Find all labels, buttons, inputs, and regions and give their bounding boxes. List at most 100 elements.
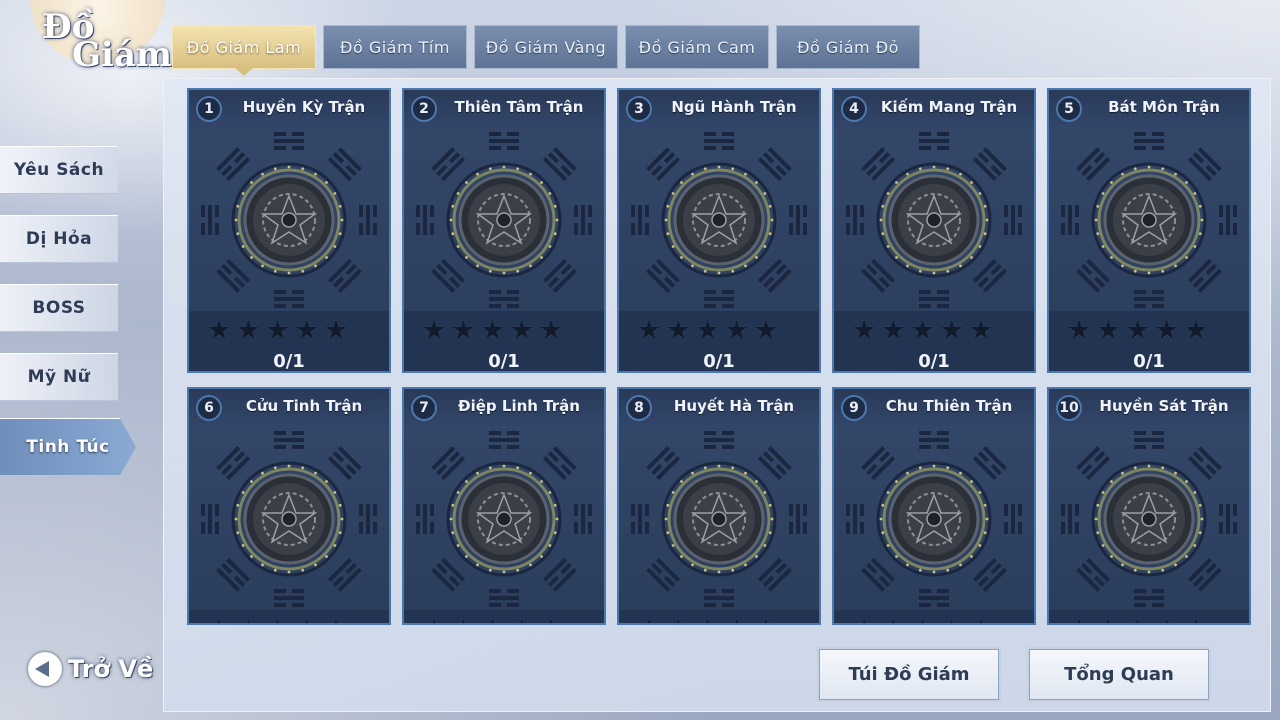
collection-count: 0/1 — [703, 351, 735, 372]
tab-do-giam-lam[interactable]: Đồ Giám Lam — [172, 25, 316, 76]
card-title: Ngũ Hành Trận — [671, 98, 797, 116]
tab-do-giam-vang[interactable]: Đồ Giám Vàng — [474, 25, 618, 69]
card-footer: ★ ★ ★ ★ ★ — [1049, 610, 1249, 623]
star-rating: ★★★★★ — [207, 317, 348, 344]
star-icon: ★ — [754, 616, 778, 623]
star-icon: ★ — [265, 315, 290, 346]
formation-card[interactable]: 7 Điệp Linh Trận ★ ★ ★ ★ ★ — [402, 387, 606, 625]
formation-card[interactable]: 9 Chu Thiên Trận ★ ★ ★ ★ ★ — [832, 387, 1036, 625]
star-icon: ★ — [451, 616, 475, 623]
star-icon: ★ — [1096, 616, 1120, 623]
card-number-badge: 3 — [626, 96, 652, 122]
star-icon: ★ — [1067, 616, 1091, 623]
star-rating: ★★★★★ — [422, 616, 563, 623]
star-icon: ★ — [265, 616, 289, 623]
overview-button[interactable]: Tổng Quan — [1027, 647, 1211, 702]
formation-card[interactable]: 6 Cửu Tinh Trận ★ ★ ★ ★ ★ — [187, 387, 391, 625]
formation-card[interactable]: 2 Thiên Tâm Trận ★ ★ ★ ★ ★ 0/1 — [402, 88, 606, 373]
star-icon: ★ — [940, 616, 964, 623]
card-header: 1 Huyền Kỳ Trận — [189, 90, 389, 128]
card-header: 8 Huyết Hà Trận — [619, 389, 819, 427]
sidebar-item-my-nu[interactable]: Mỹ Nữ — [0, 353, 118, 401]
star-icon: ★ — [295, 616, 319, 623]
tab-do-giam-do[interactable]: Đồ Giám Đỏ — [776, 25, 920, 69]
star-icon: ★ — [939, 315, 964, 346]
sidebar-item-boss[interactable]: BOSS — [0, 284, 118, 332]
formation-card[interactable]: 5 Bát Môn Trận ★ ★ ★ ★ ★ 0/1 — [1047, 88, 1251, 373]
formation-card[interactable]: 8 Huyết Hà Trận ★ ★ ★ ★ ★ — [617, 387, 821, 625]
star-icon: ★ — [451, 315, 476, 346]
card-number-badge: 9 — [841, 395, 867, 421]
sidebar-item-di-hoa[interactable]: Dị Hỏa — [0, 215, 118, 263]
star-rating: ★★★★★ — [1067, 616, 1208, 623]
logo-title: Đồ Giám — [42, 10, 172, 72]
star-icon: ★ — [1154, 315, 1179, 346]
star-rating: ★★★★★ — [1067, 317, 1208, 344]
bagua-formation-icon — [201, 132, 377, 308]
card-footer: ★ ★ ★ ★ ★ — [834, 610, 1034, 623]
formation-card[interactable]: 3 Ngũ Hành Trận ★ ★ ★ ★ ★ 0/1 — [617, 88, 821, 373]
star-icon: ★ — [510, 616, 534, 623]
back-arrow-icon — [28, 652, 62, 686]
bagua-formation-icon — [1061, 132, 1237, 308]
card-number-badge: 6 — [196, 395, 222, 421]
card-title: Chu Thiên Trận — [885, 397, 1013, 415]
sidebar-item-yeu-sach[interactable]: Yêu Sách — [0, 146, 118, 194]
card-header: 7 Điệp Linh Trận — [404, 389, 604, 427]
card-header: 10 Huyền Sát Trận — [1049, 389, 1249, 427]
star-rating: ★★★★★ — [637, 616, 778, 623]
back-button[interactable]: Trở Về — [28, 652, 153, 686]
formation-card[interactable]: 10 Huyền Sát Trận ★ ★ ★ ★ ★ — [1047, 387, 1251, 625]
star-icon: ★ — [910, 315, 935, 346]
back-label: Trở Về — [68, 655, 154, 683]
card-number-badge: 5 — [1056, 96, 1082, 122]
bag-button[interactable]: Túi Đồ Giám — [817, 647, 1001, 702]
card-footer: ★ ★ ★ ★ ★ — [189, 610, 389, 623]
star-icon: ★ — [480, 616, 504, 623]
card-number-badge: 4 — [841, 96, 867, 122]
card-title: Cửu Tinh Trận — [245, 397, 363, 415]
card-footer: ★ ★ ★ ★ ★ 0/1 — [619, 311, 819, 372]
card-title: Huyền Sát Trận — [1099, 397, 1229, 415]
card-footer: ★ ★ ★ ★ ★ — [619, 610, 819, 623]
star-icon: ★ — [1183, 315, 1209, 346]
star-icon: ★ — [294, 315, 319, 346]
card-header: 5 Bát Môn Trận — [1049, 90, 1249, 128]
card-footer: ★ ★ ★ ★ ★ — [404, 610, 604, 623]
collection-count: 0/1 — [488, 351, 520, 372]
bagua-formation-icon — [631, 132, 807, 308]
game-logo: Đồ Giám — [0, 0, 172, 82]
star-icon: ★ — [881, 315, 906, 346]
star-icon: ★ — [666, 315, 691, 346]
tab-do-giam-cam[interactable]: Đồ Giám Cam — [625, 25, 769, 69]
card-number-badge: 8 — [626, 395, 652, 421]
bagua-formation-icon — [1061, 431, 1237, 607]
star-icon: ★ — [422, 315, 447, 346]
formation-card[interactable]: 4 Kiếm Mang Trận ★ ★ ★ ★ ★ 0/1 — [832, 88, 1036, 373]
card-title: Huyết Hà Trận — [673, 397, 795, 415]
star-icon: ★ — [1125, 315, 1150, 346]
tab-do-giam-tim[interactable]: Đồ Giám Tím — [323, 25, 467, 69]
star-icon: ★ — [695, 616, 719, 623]
star-icon: ★ — [236, 315, 261, 346]
card-number-badge: 2 — [411, 96, 437, 122]
star-icon: ★ — [637, 616, 661, 623]
card-title: Kiếm Mang Trận — [880, 98, 1018, 116]
bagua-formation-icon — [846, 431, 1022, 607]
star-icon: ★ — [323, 315, 349, 346]
star-rating: ★★★★★ — [422, 317, 563, 344]
star-icon: ★ — [1125, 616, 1149, 623]
star-icon: ★ — [422, 616, 446, 623]
star-icon: ★ — [695, 315, 720, 346]
bagua-formation-icon — [416, 431, 592, 607]
card-title: Huyền Kỳ Trận — [242, 98, 366, 116]
star-icon: ★ — [852, 315, 877, 346]
card-header: 9 Chu Thiên Trận — [834, 389, 1034, 427]
formation-card[interactable]: 1 Huyền Kỳ Trận ★ ★ ★ ★ ★ 0/1 — [187, 88, 391, 373]
star-icon: ★ — [724, 315, 749, 346]
star-icon: ★ — [637, 315, 662, 346]
star-icon: ★ — [1096, 315, 1121, 346]
star-rating: ★★★★★ — [852, 317, 993, 344]
card-title: Điệp Linh Trận — [458, 397, 580, 415]
sidebar-item-tinh-tuc[interactable]: Tinh Túc — [0, 418, 136, 476]
